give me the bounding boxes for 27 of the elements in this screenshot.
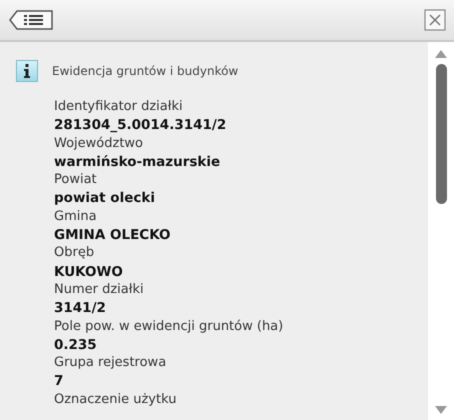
field-label: Grupa rejestrowa xyxy=(54,355,166,370)
section-title: Ewidencja gruntów i budynków xyxy=(52,64,238,78)
field-label: Obręb xyxy=(54,245,94,260)
field-value: warmińsko-mazurskie xyxy=(54,154,220,170)
field-label: Województwo xyxy=(54,136,144,151)
field-label: Gmina xyxy=(54,208,97,224)
field-label: Numer działki xyxy=(54,282,144,297)
close-icon xyxy=(424,9,446,31)
field-value: KUKOWO xyxy=(54,264,123,280)
scroll-down-icon[interactable] xyxy=(435,406,447,414)
close-button[interactable] xyxy=(424,9,446,31)
field-value: 3141/2 xyxy=(54,300,106,316)
field-value: 281304_5.0014.3141/2 xyxy=(54,117,226,134)
field-value: powiat olecki xyxy=(54,190,155,206)
scroll-thumb[interactable] xyxy=(436,64,446,204)
scroll-up-icon[interactable] xyxy=(435,50,447,58)
field-label: Pole pow. w ewidencji gruntów (ha) xyxy=(54,318,284,334)
info-icon xyxy=(16,60,38,82)
field-label: Powiat xyxy=(54,172,97,188)
field-label: Oznaczenie użytku xyxy=(54,392,176,407)
scrollbar[interactable] xyxy=(428,42,454,420)
field-value: GMINA OLECKO xyxy=(54,227,171,244)
list-back-icon xyxy=(8,9,54,31)
field-label: Identyfikator działki xyxy=(54,99,183,114)
field-value: 0.235 xyxy=(54,336,97,353)
list-back-button[interactable] xyxy=(8,9,54,31)
field-value: 7 xyxy=(54,373,64,390)
